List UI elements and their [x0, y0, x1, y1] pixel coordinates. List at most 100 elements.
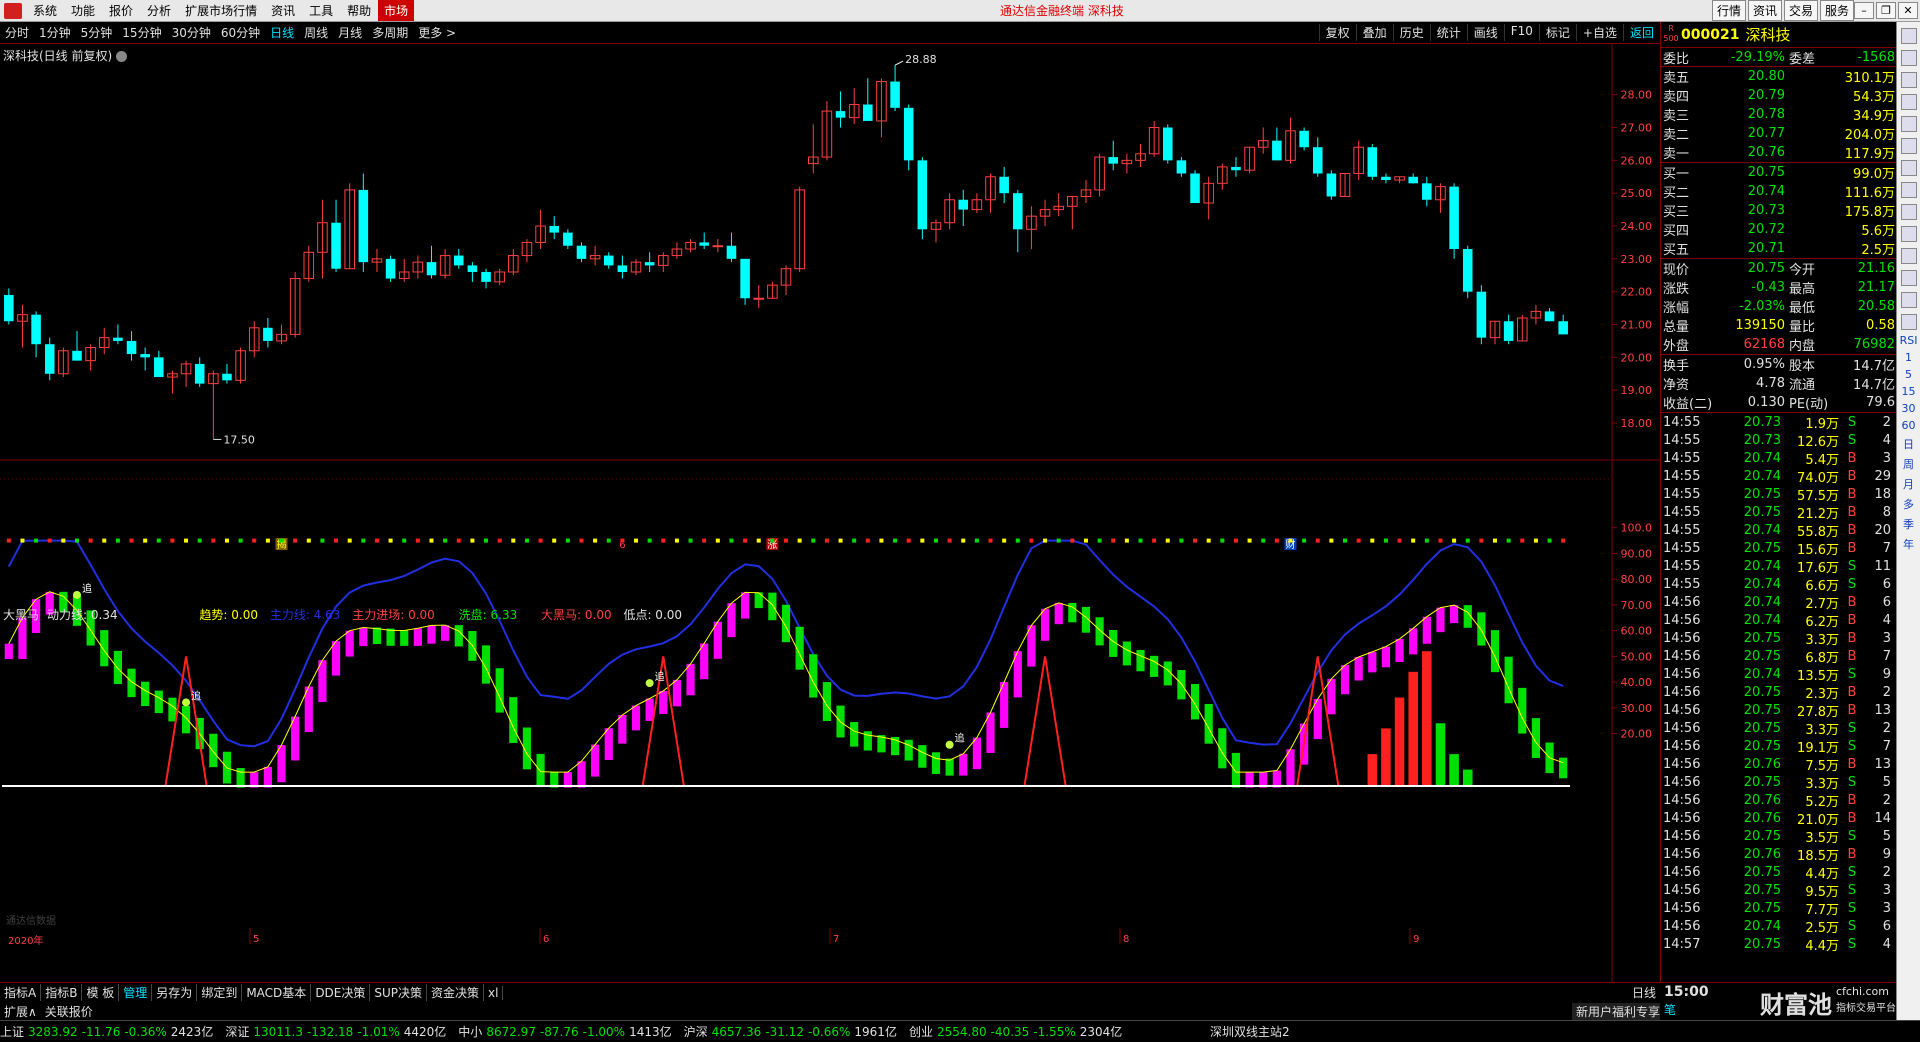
tab-ticks[interactable]: 笔 — [1664, 1001, 1676, 1018]
side-period-shortcut[interactable]: 1 — [1897, 351, 1920, 364]
period-5min[interactable]: 5分钟 — [76, 24, 118, 41]
period-15min[interactable]: 15分钟 — [117, 24, 166, 41]
menu-function[interactable]: 功能 — [64, 2, 102, 19]
menu-market[interactable]: 市场 — [378, 0, 415, 21]
news-mode-button[interactable]: 资讯 — [1747, 0, 1782, 21]
period-timeshare[interactable]: 分时 — [0, 24, 34, 41]
trend-block — [209, 733, 218, 768]
side-tool-icon[interactable] — [1900, 226, 1917, 242]
restore-icon[interactable]: ❐ — [1876, 2, 1896, 19]
tab-bind-to[interactable]: 绑定到 — [197, 984, 243, 1001]
tab-save-as[interactable]: 另存为 — [152, 984, 198, 1001]
side-tool-icon[interactable] — [1900, 94, 1917, 110]
side-tool-icon[interactable] — [1900, 138, 1917, 154]
side-period-shortcut[interactable]: RSI — [1897, 334, 1920, 347]
overlay-button[interactable]: 叠加 — [1355, 24, 1393, 41]
period-more[interactable]: 更多 > — [413, 24, 461, 41]
menu-quote[interactable]: 报价 — [102, 2, 140, 19]
f10-button[interactable]: F10 — [1503, 24, 1539, 41]
side-tool-icon[interactable] — [1900, 116, 1917, 132]
extension-toggle[interactable]: 扩展∧ — [0, 1003, 41, 1020]
mark-button[interactable]: 标记 — [1538, 24, 1576, 41]
side-period-shortcut[interactable]: 多 — [1897, 496, 1920, 512]
indicator-name[interactable]: 大黑马 — [3, 608, 39, 622]
tick-volume: 21.0万 — [1797, 812, 1839, 828]
tab-template[interactable]: 模 板 — [82, 984, 120, 1001]
side-period-shortcut[interactable]: 季 — [1897, 516, 1920, 532]
tick-list[interactable]: 14:55 20.73 1.9万 S 2 14:55 20.73 12.6万 S 4 14:55 20… — [1661, 413, 1896, 954]
tab-fund[interactable]: 资金决策 — [427, 984, 485, 1001]
add-watchlist-button[interactable]: +自选 — [1575, 24, 1623, 41]
trade-mode-button[interactable]: 交易 — [1783, 0, 1818, 21]
side-tool-icon[interactable] — [1900, 72, 1917, 88]
tab-dde[interactable]: DDE决策 — [311, 984, 371, 1001]
stats-button[interactable]: 统计 — [1429, 24, 1467, 41]
trend-block — [454, 625, 463, 647]
side-tool-icon[interactable] — [1900, 248, 1917, 264]
side-tool-icon[interactable] — [1900, 314, 1917, 330]
index-item[interactable]: 创业 2554.80 -40.35 -1.55% 2304亿 — [909, 1023, 1126, 1040]
stat-value: 20.75 — [1747, 261, 1785, 276]
menu-system[interactable]: 系统 — [26, 2, 64, 19]
back-button[interactable]: 返回 — [1622, 24, 1660, 41]
draw-line-button[interactable]: 画线 — [1466, 24, 1504, 41]
promo-link[interactable]: 新用户福利专享 — [1572, 1002, 1665, 1020]
period-weekly[interactable]: 周线 — [299, 24, 333, 41]
related-quote-tab[interactable]: 关联报价 — [41, 1003, 97, 1020]
side-period-shortcut[interactable]: 日 — [1897, 436, 1920, 452]
weicha-value: -1568 — [1857, 49, 1895, 65]
kline-chart[interactable]: 28.00 27.00 26.00 25.00 24.00 23.00 22.00 21.00… — [0, 44, 1660, 982]
period-multi[interactable]: 多周期 — [367, 24, 413, 41]
tick-count: 13 — [1874, 702, 1891, 718]
period-60min[interactable]: 60分钟 — [216, 24, 265, 41]
minimize-icon[interactable]: – — [1854, 2, 1874, 19]
side-period-shortcut[interactable]: 30 — [1897, 402, 1920, 415]
side-period-shortcut[interactable]: 周 — [1897, 456, 1920, 472]
index-item[interactable]: 深证 13011.3 -132.18 -1.01% 4420亿 — [225, 1023, 450, 1040]
menu-tools[interactable]: 工具 — [302, 2, 340, 19]
side-tool-icon[interactable] — [1900, 292, 1917, 308]
menu-analysis[interactable]: 分析 — [140, 2, 178, 19]
indicator-tick-label: 80.00 — [1621, 573, 1653, 586]
side-period-shortcut[interactable]: 15 — [1897, 385, 1920, 398]
index-item[interactable]: 沪深 4657.36 -31.12 -0.66% 1961亿 — [684, 1023, 901, 1040]
menu-news[interactable]: 资讯 — [264, 2, 302, 19]
tick-side: S — [1847, 576, 1857, 592]
side-period-shortcut[interactable]: 年 — [1897, 536, 1920, 552]
index-item[interactable]: 上证 3283.92 -11.76 -0.36% 2423亿 — [0, 1023, 217, 1040]
tab-xl[interactable]: xl — [484, 985, 504, 1000]
side-tool-icon[interactable] — [1900, 50, 1917, 66]
side-period-shortcut[interactable]: 月 — [1897, 476, 1920, 492]
side-period-shortcut[interactable]: 5 — [1897, 368, 1920, 381]
service-mode-button[interactable]: 服务 — [1819, 0, 1854, 21]
menu-ext-market[interactable]: 扩展市场行情 — [178, 2, 264, 19]
side-tool-icon[interactable] — [1900, 204, 1917, 220]
quote-mode-button[interactable]: 行情 — [1711, 0, 1746, 21]
index-item[interactable]: 中小 8672.97 -87.76 -1.00% 1413亿 — [458, 1023, 675, 1040]
sell-level-label: 卖五 — [1663, 71, 1690, 86]
period-indicator[interactable]: 日线 — [1632, 984, 1656, 1001]
side-tool-icon[interactable] — [1900, 160, 1917, 176]
tab-indicator-a[interactable]: 指标A — [0, 984, 42, 1001]
side-tool-icon[interactable] — [1900, 182, 1917, 198]
tab-sup[interactable]: SUP决策 — [370, 984, 428, 1001]
period-monthly[interactable]: 月线 — [333, 24, 367, 41]
price-tick-label: 26.00 — [1621, 154, 1653, 167]
menu-help[interactable]: 帮助 — [340, 2, 378, 19]
tab-indicator-b[interactable]: 指标B — [41, 984, 83, 1001]
settings-icon[interactable] — [116, 51, 128, 62]
server-station[interactable]: 深圳双线主站2 — [1210, 1023, 1290, 1040]
close-icon[interactable]: ✕ — [1898, 2, 1918, 19]
side-tool-icon[interactable] — [1900, 28, 1917, 44]
history-button[interactable]: 历史 — [1392, 24, 1430, 41]
tab-macd[interactable]: MACD基本 — [242, 984, 312, 1001]
tab-manage[interactable]: 管理 — [119, 984, 153, 1001]
side-period-shortcut[interactable]: 60 — [1897, 419, 1920, 432]
period-30min[interactable]: 30分钟 — [167, 24, 216, 41]
side-tool-icon[interactable] — [1900, 270, 1917, 286]
period-daily[interactable]: 日线 — [265, 24, 299, 41]
trend-block — [672, 679, 682, 707]
adjust-button[interactable]: 复权 — [1318, 24, 1356, 41]
signal-dot — [961, 538, 966, 543]
period-1min[interactable]: 1分钟 — [34, 24, 76, 41]
